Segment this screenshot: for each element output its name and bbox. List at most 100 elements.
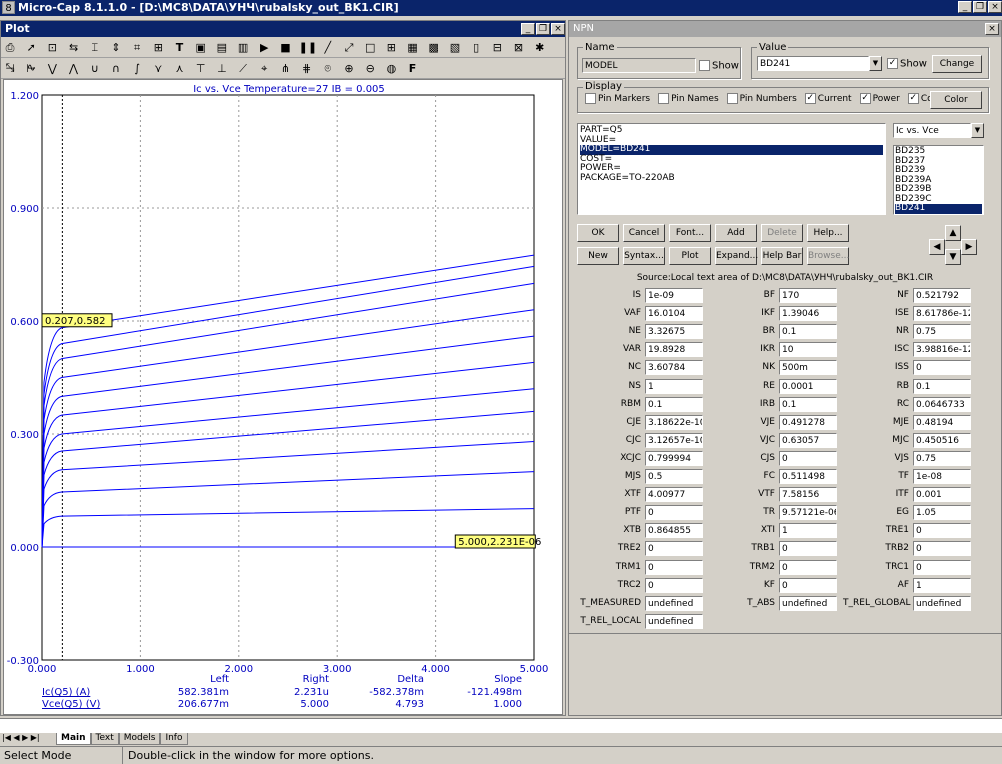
param-field[interactable]: 0.1 (779, 324, 837, 340)
dialog-button[interactable]: Browse... (807, 247, 849, 265)
param-field[interactable]: 0 (779, 450, 837, 466)
param-field[interactable]: 0 (913, 523, 971, 539)
value-dropdown[interactable]: BD241 (757, 56, 869, 71)
param-field[interactable]: 8.61786e-12 (913, 306, 971, 322)
color-palette-icon[interactable]: ◍ (383, 61, 399, 77)
param-field[interactable]: 0.450516 (913, 432, 971, 448)
dialog-button[interactable]: Help... (807, 224, 849, 242)
peak-icon[interactable]: ⋀ (66, 61, 82, 77)
param-field[interactable]: 4.00977 (645, 487, 703, 503)
param-field[interactable]: 10 (779, 342, 837, 358)
param-field[interactable]: 0 (779, 559, 837, 575)
dialog-button[interactable]: Syntax... (623, 247, 665, 265)
param-field[interactable]: 3.18622e-10 (645, 414, 703, 430)
dialog-button[interactable]: Delete (761, 224, 803, 242)
dialog-button[interactable]: Cancel (623, 224, 665, 242)
param-field[interactable]: 1.05 (913, 505, 971, 521)
display-option-checkbox[interactable]: Pin Markers (585, 93, 650, 104)
param-field[interactable]: 19.8928 (645, 342, 703, 358)
dialog-button[interactable]: Font... (669, 224, 711, 242)
param-field[interactable]: 1 (779, 523, 837, 539)
grid-icon[interactable]: ⊞ (383, 40, 399, 56)
sheet-tab[interactable]: Text (90, 733, 119, 745)
horizontal-scrollbar[interactable] (0, 718, 1002, 733)
pause-icon[interactable]: ❚❚ (299, 40, 317, 56)
plot-type-dropdown[interactable]: Ic vs. Vce (893, 123, 971, 138)
param-field[interactable]: 0.0646733 (913, 396, 971, 412)
frame-icon[interactable]: □ (362, 40, 378, 56)
param-field[interactable]: 9.57121e-06 (779, 505, 837, 521)
param-field[interactable]: 0.1 (913, 378, 971, 394)
valley-icon[interactable]: ⋁ (44, 61, 60, 77)
move-down-icon[interactable]: ▼ (945, 249, 961, 265)
print-icon[interactable]: ⎙ (2, 40, 18, 56)
param-field[interactable]: 0.521792 (913, 288, 971, 303)
cursor-mode-icon[interactable]: ⌶ (87, 40, 103, 56)
param-field[interactable]: 0 (913, 541, 971, 557)
vertical-tag-icon[interactable]: ⋕ (299, 61, 315, 77)
param-field[interactable]: 1 (645, 378, 703, 394)
pan-icon[interactable]: ⇕ (108, 40, 124, 56)
param-field[interactable]: undefined (645, 613, 703, 629)
param-field[interactable]: 0 (645, 541, 703, 557)
grid-off-icon[interactable]: ▯ (468, 40, 484, 56)
plot-type-chevron-icon[interactable]: ▼ (971, 123, 984, 138)
param-field[interactable]: 3.12657e-10 (645, 432, 703, 448)
display-option-checkbox[interactable]: ✓ Power (859, 93, 900, 104)
param-field[interactable]: 0 (913, 559, 971, 575)
copy-icon[interactable]: ▤ (214, 40, 230, 56)
zoom-select-icon[interactable]: ⊡ (44, 40, 60, 56)
param-field[interactable]: 0.1 (645, 396, 703, 412)
grid-light-icon[interactable]: ▧ (447, 40, 463, 56)
name-field[interactable]: MODEL (582, 58, 696, 73)
top-icon[interactable]: ⊤ (193, 61, 209, 77)
token-icon[interactable]: ✱ (532, 40, 548, 56)
dialog-button[interactable]: Add (715, 224, 757, 242)
param-field[interactable]: undefined (913, 595, 971, 611)
param-field[interactable]: 0 (645, 505, 703, 521)
value-dropdown-chevron-icon[interactable]: ▼ (869, 56, 882, 71)
color-button[interactable]: Color (930, 91, 982, 109)
param-field[interactable]: 0.75 (913, 450, 971, 466)
param-field[interactable]: undefined (779, 595, 837, 611)
param-field[interactable]: 1.39046 (779, 306, 837, 322)
plot-close-button[interactable]: × (551, 23, 565, 35)
display-option-checkbox[interactable]: ✓ Current (804, 93, 852, 104)
name-show-checkbox[interactable]: Show (699, 60, 739, 72)
attribute-item[interactable]: COST= (580, 154, 883, 165)
global-low-icon[interactable]: ⋎ (150, 61, 166, 77)
dialog-button[interactable]: Expand... (715, 247, 758, 265)
param-field[interactable]: 500m (779, 360, 837, 376)
plot-restore-button[interactable]: ❐ (536, 23, 550, 35)
param-field[interactable]: 0 (779, 541, 837, 557)
plot-minimize-button[interactable]: _ (521, 23, 535, 35)
bottom-icon[interactable]: ⊥ (214, 61, 230, 77)
model-list[interactable]: BD235 BD237 BD239 BD239A BD239B BD239C BD241 (893, 145, 984, 215)
properties-icon[interactable]: ▣ (193, 40, 209, 56)
restore-button[interactable]: ❐ (973, 1, 987, 13)
point-tag-icon[interactable]: ⌖ (256, 61, 272, 77)
text-tool-icon[interactable]: T (172, 40, 188, 56)
param-field[interactable]: 0.001 (913, 487, 971, 503)
param-field[interactable]: 3.60784 (645, 360, 703, 376)
graph-icon[interactable]: ⌗ (129, 40, 145, 56)
param-field[interactable]: 0.48194 (913, 414, 971, 430)
param-field[interactable]: 170 (779, 288, 837, 303)
horizontal-tag-icon[interactable]: ⋔ (277, 61, 293, 77)
dialog-button[interactable]: OK (577, 224, 619, 242)
attribute-item[interactable]: PACKAGE=TO-220AB (580, 173, 883, 184)
param-field[interactable]: 1e-08 (913, 469, 971, 484)
model-item[interactable]: BD241 (895, 203, 982, 214)
param-field[interactable]: 1e-09 (645, 288, 703, 303)
param-field[interactable]: 0 (645, 559, 703, 575)
zoom-in-icon[interactable]: ⊕ (341, 61, 357, 77)
param-field[interactable]: undefined (645, 595, 703, 611)
run-icon[interactable]: ▶ (256, 40, 272, 56)
param-field[interactable]: 3.98816e-12 (913, 342, 971, 358)
param-field[interactable]: 1 (913, 577, 971, 593)
attribute-item[interactable]: PART=Q5 (580, 125, 883, 136)
library-icon[interactable]: ▥ (235, 40, 251, 56)
dialog-button[interactable]: Help Bar (761, 247, 803, 265)
ic-vce-chart[interactable]: Ic vs. Vce Temperature=27 IB = 0.005 0.0… (4, 80, 562, 714)
plot-area[interactable]: Ic vs. Vce Temperature=27 IB = 0.005 0.0… (3, 79, 563, 715)
